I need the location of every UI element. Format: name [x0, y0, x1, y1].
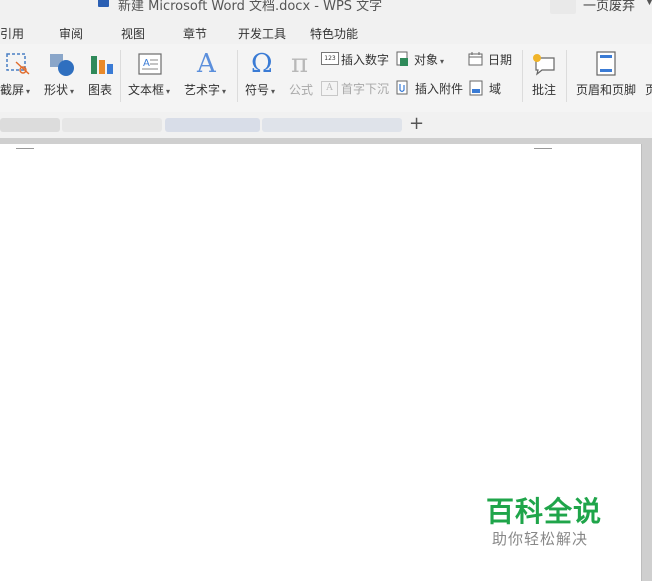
tab-view[interactable]: 视图 [121, 25, 145, 42]
user-name[interactable]: 一页废弃 [583, 0, 635, 14]
pi-icon: π [291, 49, 308, 76]
document-tab-blurred[interactable] [0, 118, 60, 132]
watermark-title: 百科全说 [486, 495, 603, 528]
word-document-icon [98, 0, 109, 7]
wordart-label: 艺术字 [184, 83, 221, 97]
number-icon: 123 [321, 52, 339, 65]
calendar-icon [468, 52, 483, 66]
cut-off-ribbon-label: 页 [645, 83, 652, 97]
header-footer-button[interactable]: 页眉和页脚 [572, 44, 642, 112]
wordart-icon: A [196, 49, 217, 76]
tab-chapter[interactable]: 章节 [183, 25, 207, 42]
tab-review[interactable]: 审阅 [59, 25, 83, 42]
field-button[interactable]: 域 [468, 79, 508, 97]
tab-special-features[interactable]: 特色功能 [310, 25, 358, 42]
new-tab-button[interactable]: + [409, 113, 424, 134]
svg-text:Ω: Ω [251, 49, 273, 76]
svg-text:π: π [291, 49, 308, 76]
chart-icon [91, 56, 113, 74]
textbox-icon: A [138, 53, 162, 75]
ribbon-toolbar: 截屏 ▾ 形状 ▾ 图表 A 文本框 ▾ A 艺术字 ▾ Ω 符号 ▾ π 公式… [0, 44, 652, 113]
field-icon [469, 80, 483, 96]
document-tab-strip: + [0, 112, 652, 138]
document-tab-blurred[interactable] [262, 118, 402, 132]
insert-attachment-label: 插入附件 [415, 82, 464, 96]
wordart-button[interactable]: A 艺术字 ▾ [182, 44, 232, 112]
chevron-down-icon[interactable]: ▼ [646, 0, 652, 7]
drop-cap-icon: A [321, 81, 338, 96]
chart-label: 图表 [88, 83, 113, 97]
object-icon [396, 51, 408, 66]
formula-label: 公式 [289, 83, 314, 97]
screenshot-button[interactable]: 截屏 ▾ [0, 44, 40, 112]
ribbon-separator [522, 50, 523, 102]
tab-developer-tools[interactable]: 开发工具 [238, 25, 286, 42]
header-footer-label: 页眉和页脚 [576, 83, 637, 97]
comment-icon [533, 54, 555, 76]
textbox-button[interactable]: A 文本框 ▾ [126, 44, 176, 112]
comment-label: 批注 [532, 83, 557, 97]
attachment-icon [396, 80, 408, 95]
field-label: 域 [489, 82, 502, 96]
date-label: 日期 [488, 53, 513, 67]
document-tab-blurred[interactable] [165, 118, 260, 132]
shapes-button[interactable]: 形状 ▾ [42, 44, 80, 112]
screenshot-icon [6, 53, 30, 75]
formula-button[interactable]: π 公式 [286, 44, 316, 112]
textbox-label: 文本框 [128, 83, 165, 97]
shapes-icon [50, 54, 74, 76]
menu-bar: 引用 审阅 视图 章节 开发工具 特色功能 [0, 16, 652, 44]
margin-corner-mark [16, 142, 34, 149]
comment-button[interactable]: 批注 [528, 44, 560, 112]
svg-text:A: A [196, 49, 217, 76]
drop-cap-button[interactable]: A 首字下沉 [320, 79, 392, 97]
ribbon-separator [566, 50, 567, 102]
svg-text:A: A [143, 58, 150, 69]
screenshot-label: 截屏 [0, 83, 25, 97]
symbol-label: 符号 [245, 83, 270, 97]
object-button[interactable]: 对象 ▾ [394, 50, 456, 68]
symbol-button[interactable]: Ω 符号 ▾ [243, 44, 281, 112]
title-bar: 新建 Microsoft Word 文档.docx - WPS 文字 一页废弃 … [0, 0, 652, 16]
margin-corner-mark [534, 142, 552, 149]
header-footer-icon [596, 51, 616, 76]
omega-icon: Ω [251, 49, 273, 76]
watermark-subtitle: 助你轻松解决 [492, 530, 589, 548]
tab-references[interactable]: 引用 [0, 25, 24, 42]
window-title: 新建 Microsoft Word 文档.docx - WPS 文字 [118, 0, 383, 14]
insert-attachment-button[interactable]: 插入附件 [394, 79, 466, 97]
insert-number-button[interactable]: 123 插入数字 [320, 50, 392, 68]
user-avatar[interactable] [550, 0, 576, 14]
shapes-label: 形状 [44, 83, 69, 97]
object-label: 对象 [414, 53, 439, 67]
ribbon-separator [120, 50, 121, 102]
date-button[interactable]: 日期 [466, 50, 518, 68]
drop-cap-label: 首字下沉 [341, 82, 390, 96]
document-tab-blurred[interactable] [62, 118, 162, 132]
ribbon-separator [237, 50, 238, 102]
chart-button[interactable]: 图表 [86, 44, 118, 112]
insert-number-label: 插入数字 [341, 53, 390, 67]
